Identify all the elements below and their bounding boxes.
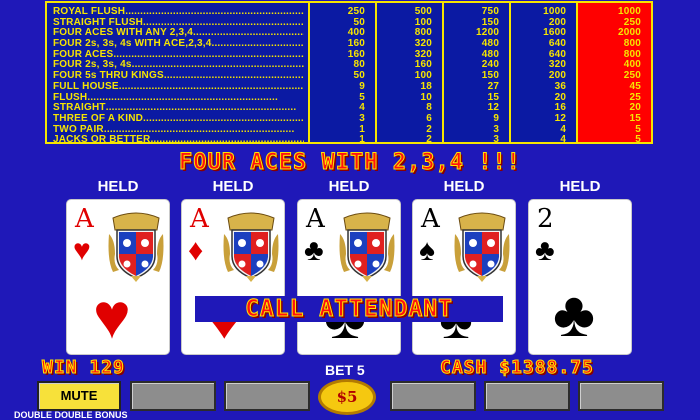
paytable-payout-cell: 3 (493, 134, 500, 146)
paytable-payout-cell: 27 (487, 80, 500, 92)
win-amount: WIN 129 (42, 357, 125, 379)
bet-amount: BET 5 (325, 362, 365, 378)
paytable-payout-cell: 15 (629, 112, 641, 124)
crest-icon (107, 212, 165, 282)
paytable-hand-name: JACKS OR BETTER (53, 134, 151, 146)
paytable-hand-row: THREE OF A KIND (53, 112, 304, 125)
paytable-coin-2-column: 500 100 800 320 320 160 100 18 10 8 6 2 2 (377, 3, 445, 145)
control-button-2[interactable] (130, 381, 216, 411)
paytable-dot-leader (119, 82, 304, 93)
card-rank: A (75, 204, 94, 234)
paytable-payout-cell: 3 (359, 112, 366, 124)
paytable-dot-leader (143, 114, 304, 125)
paytable-hand-row: FULL HOUSE (53, 80, 304, 93)
card-3[interactable]: A ♣ ♣ (297, 199, 401, 355)
clubs-icon: ♣ (535, 234, 555, 267)
held-label-5: HELD (559, 178, 601, 195)
card-4[interactable]: A ♠ ♠ (412, 199, 516, 355)
video-poker-screen: ROYAL FLUSHSTRAIGHT FLUSHFOUR ACES WITH … (0, 0, 700, 420)
hearts-icon: ♥ (93, 280, 131, 352)
cash-balance: CASH $1388.75 (440, 357, 594, 379)
paytable-dot-leader (113, 50, 304, 61)
crest-icon (222, 212, 280, 282)
card-rank: A (190, 204, 209, 234)
paytable-coin-1-column: 250 50 400 160 160 80 50 9 5 4 3 1 1 (310, 3, 378, 145)
mute-button[interactable]: MUTE (37, 381, 121, 411)
win-banner: FOUR ACES WITH 2,3,4 !!! (179, 150, 521, 176)
paytable-payout-cell: 9 (359, 80, 366, 92)
game-name: DOUBLE DOUBLE BONUS (14, 410, 128, 420)
control-button-3[interactable] (224, 381, 310, 411)
crest-icon (338, 212, 396, 282)
card-rank: A (306, 204, 325, 234)
card-rank: 2 (537, 204, 554, 234)
paytable-dot-leader (87, 93, 304, 104)
clubs-icon: ♣ (304, 234, 324, 267)
paytable-payout-cell: 6 (426, 112, 433, 124)
diamonds-icon: ♦ (188, 234, 204, 267)
paytable-dot-leader (125, 7, 304, 18)
paytable-hand-names: ROYAL FLUSHSTRAIGHT FLUSHFOUR ACES WITH … (47, 3, 310, 145)
paytable-payout-cell: 45 (629, 80, 641, 92)
paytable-payout-cell: 36 (554, 80, 567, 92)
paytable-payout-cell: 5 (635, 134, 641, 146)
held-label-2: HELD (212, 178, 254, 195)
paytable-dot-leader (150, 135, 304, 146)
hearts-icon: ♥ (73, 234, 91, 267)
paytable-payout-cell: 18 (420, 80, 433, 92)
paytable-hand-name: FULL HOUSE (53, 80, 119, 92)
card-1[interactable]: A ♥ ♥ (66, 199, 170, 355)
call-attendant-message: CALL ATTENDANT (195, 296, 503, 323)
spades-icon: ♠ (419, 234, 435, 267)
paytable-payout-cell: 9 (493, 112, 500, 124)
held-label-3: HELD (328, 178, 370, 195)
paytable-payout-cell: 2 (426, 134, 433, 146)
paytable: ROYAL FLUSHSTRAIGHT FLUSHFOUR ACES WITH … (45, 1, 653, 145)
card-5[interactable]: 2 ♣ ♣ (528, 199, 632, 355)
paytable-payout-cell: 4 (560, 134, 567, 146)
paytable-coin-3-column: 750 150 1200 480 480 240 150 27 15 12 9 3 3 (444, 3, 512, 145)
card-2[interactable]: A ♦ ♦ (181, 199, 285, 355)
paytable-coin-5-column: 1000 250 2000 800 800 400 250 45 25 20 15 5 5 (578, 3, 651, 145)
paytable-coin-4-column: 1000 200 1600 640 640 320 200 36 20 16 12 4 4 (511, 3, 579, 145)
paytable-hand-row: JACKS OR BETTER (53, 135, 304, 146)
card-rank: A (421, 204, 440, 234)
crest-icon (453, 212, 511, 282)
held-label-1: HELD (97, 178, 139, 195)
control-button-5[interactable] (484, 381, 570, 411)
paytable-hand-name: THREE OF A KIND (53, 112, 144, 124)
paytable-dot-leader (164, 71, 304, 82)
control-button-4[interactable] (390, 381, 476, 411)
clubs-icon: ♣ (553, 278, 595, 350)
coin-denomination-button[interactable]: $5 (318, 379, 376, 415)
paytable-payout-cell: 1 (359, 134, 366, 146)
paytable-dot-leader (214, 39, 304, 50)
held-label-4: HELD (443, 178, 485, 195)
control-button-6[interactable] (578, 381, 664, 411)
paytable-payout-cell: 12 (554, 112, 567, 124)
